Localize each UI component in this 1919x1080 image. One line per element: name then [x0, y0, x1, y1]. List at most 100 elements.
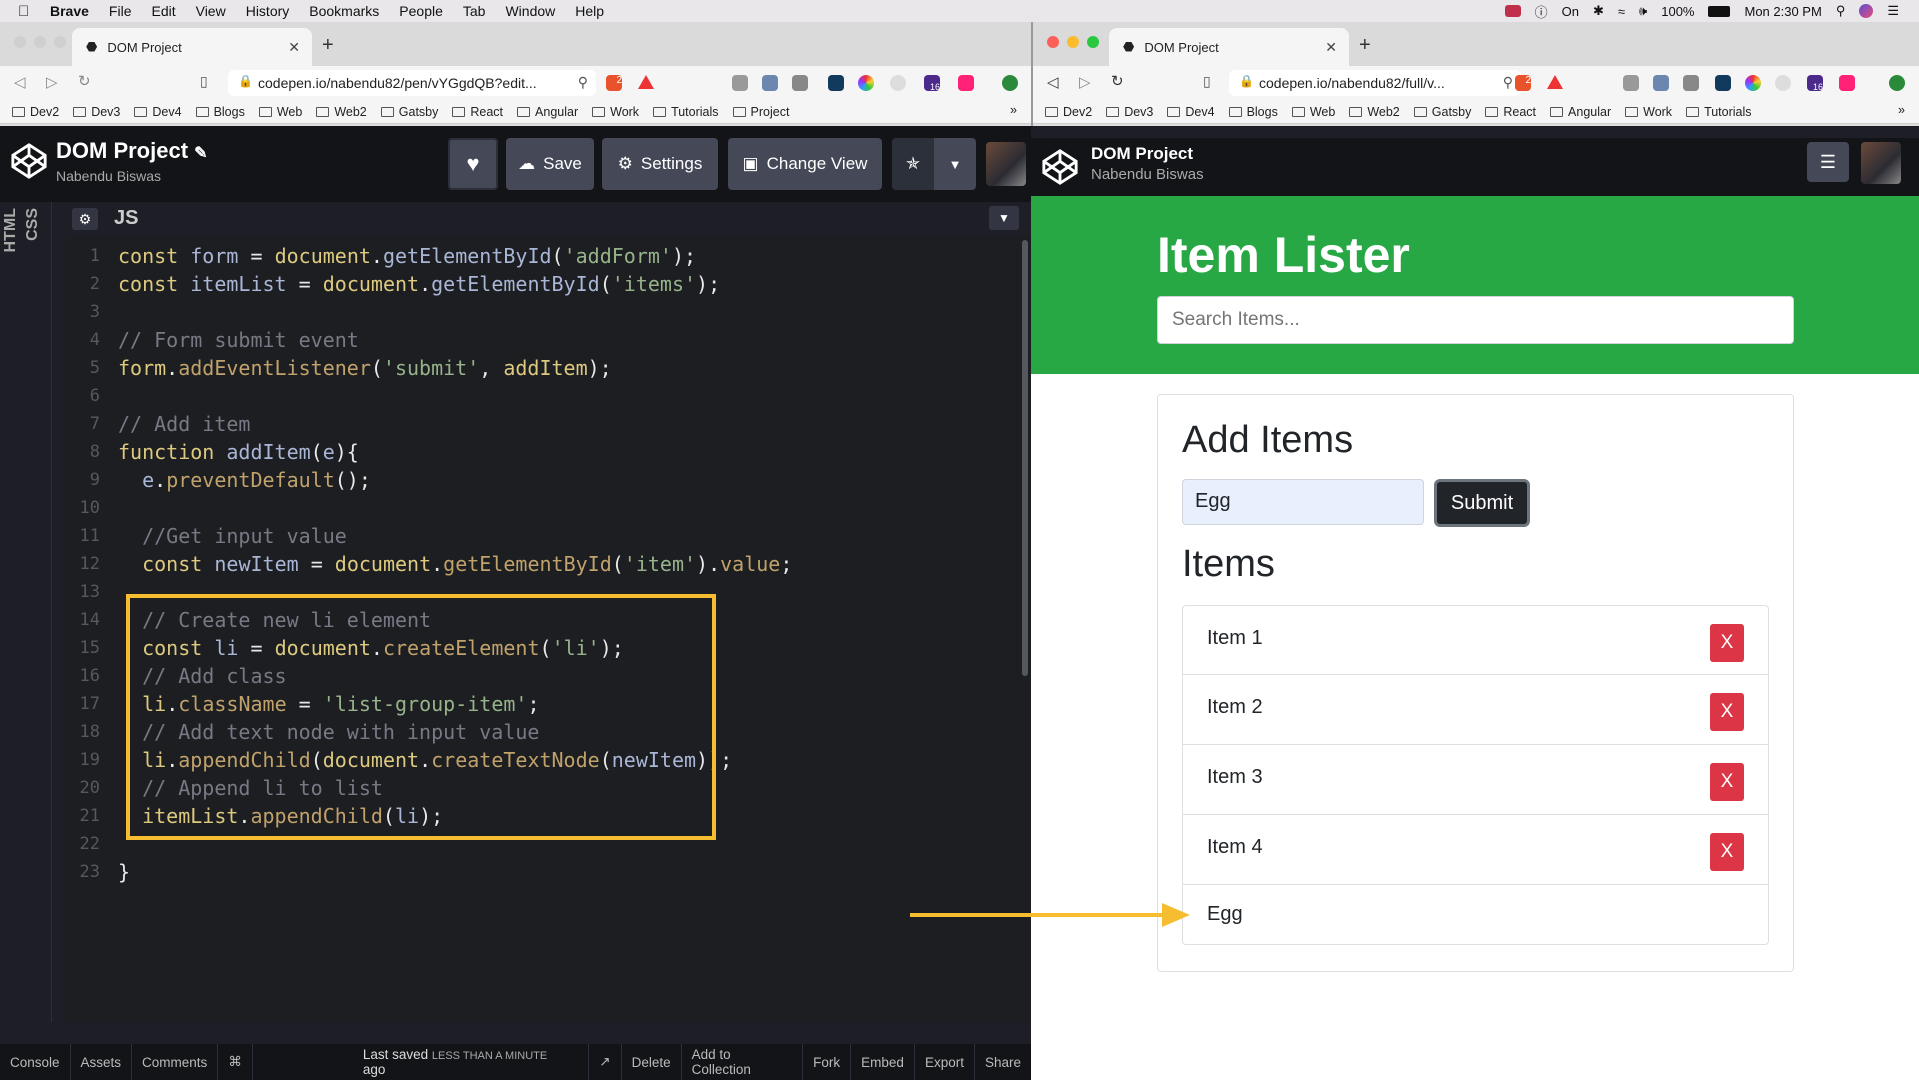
- bookmark-folder[interactable]: Dev3: [73, 105, 120, 119]
- zoom-window-button[interactable]: [54, 36, 66, 48]
- bookmark-folder[interactable]: Dev4: [1167, 105, 1215, 119]
- edit-pencil-icon[interactable]: ✎: [194, 145, 207, 162]
- zoom-icon[interactable]: ⚲: [1503, 74, 1513, 91]
- screen-record-icon[interactable]: [1504, 5, 1521, 17]
- forward-icon[interactable]: ▷: [1079, 73, 1091, 91]
- add-to-collection-button[interactable]: Add to Collection: [682, 1044, 804, 1080]
- extension-icon[interactable]: [732, 75, 748, 91]
- bookmark-folder[interactable]: Gatsby: [1413, 105, 1471, 119]
- extension-icon[interactable]: 16: [1807, 75, 1823, 92]
- reload-icon[interactable]: ↻: [1111, 72, 1124, 90]
- bookmark-folder[interactable]: Web2: [316, 105, 367, 119]
- bookmark-folder[interactable]: Web: [258, 105, 302, 119]
- extension-icon[interactable]: [1839, 75, 1855, 91]
- control-center-icon[interactable]: ☰: [1887, 3, 1899, 19]
- delete-button[interactable]: X: [1710, 693, 1744, 731]
- fork-button[interactable]: Fork: [803, 1044, 852, 1080]
- extension-icon[interactable]: [828, 75, 844, 91]
- share-button[interactable]: Share: [975, 1044, 1031, 1080]
- bookmark-icon[interactable]: ▯: [200, 73, 208, 90]
- bookmark-folder[interactable]: Dev3: [1106, 105, 1153, 119]
- address-bar[interactable]: 🔒 codepen.io/nabendu82/full/v... ⚲: [1229, 70, 1521, 96]
- editor-scrollbar[interactable]: [1022, 240, 1028, 676]
- close-window-button[interactable]: [14, 36, 26, 48]
- menu-history[interactable]: History: [246, 3, 290, 19]
- bookmark-folder[interactable]: Angular: [1550, 105, 1611, 119]
- embed-button[interactable]: Embed: [851, 1044, 915, 1080]
- zoom-window-button[interactable]: [1087, 36, 1099, 48]
- battery-icon[interactable]: [1708, 5, 1731, 17]
- back-icon[interactable]: ◁: [1047, 73, 1059, 91]
- brave-rewards-icon[interactable]: [638, 75, 654, 89]
- user-avatar[interactable]: [986, 142, 1026, 186]
- extension-icon[interactable]: [1715, 75, 1731, 91]
- codepen-logo-icon[interactable]: [1041, 148, 1079, 186]
- extension-icon[interactable]: [792, 75, 808, 91]
- reload-icon[interactable]: ↻: [78, 72, 91, 90]
- bookmark-folder[interactable]: Gatsby: [380, 105, 438, 119]
- brave-rewards-icon[interactable]: [1547, 75, 1563, 89]
- bookmark-folder[interactable]: Blogs: [195, 105, 245, 119]
- preview-menu-button[interactable]: ☰: [1807, 142, 1849, 182]
- extension-icon[interactable]: [958, 75, 974, 91]
- menu-help[interactable]: Help: [575, 3, 604, 19]
- back-icon[interactable]: ◁: [14, 73, 26, 91]
- color-picker-icon[interactable]: [858, 75, 874, 91]
- bookmark-icon[interactable]: ▯: [1203, 73, 1211, 90]
- delete-button[interactable]: Delete: [622, 1044, 682, 1080]
- bookmark-folder[interactable]: React: [1485, 105, 1536, 119]
- browser-tab[interactable]: ⬣ DOM Project ✕: [1109, 28, 1349, 66]
- user-avatar[interactable]: [1861, 142, 1901, 184]
- assets-button[interactable]: Assets: [71, 1044, 133, 1080]
- browser-tab[interactable]: ⬣ DOM Project ✕: [72, 28, 312, 66]
- settings-button[interactable]: ⚙ Settings: [602, 138, 718, 190]
- new-tab-button[interactable]: +: [1359, 34, 1371, 57]
- bookmark-folder[interactable]: Tutorials: [1686, 105, 1752, 119]
- menu-people[interactable]: People: [399, 3, 443, 19]
- extension-icon[interactable]: [1002, 75, 1018, 91]
- volume-icon[interactable]: 🕪: [1639, 3, 1647, 19]
- bookmark-folder[interactable]: Tutorials: [653, 105, 719, 119]
- forward-icon[interactable]: ▷: [46, 73, 58, 91]
- search-input[interactable]: [1157, 296, 1794, 344]
- spotlight-search-icon[interactable]: ⚲: [1836, 3, 1846, 19]
- menu-bookmarks[interactable]: Bookmarks: [309, 3, 379, 19]
- change-view-button[interactable]: ▣ Change View: [728, 138, 882, 190]
- keyboard-shortcuts-button[interactable]: ⌘: [218, 1044, 253, 1080]
- bookmark-folder[interactable]: React: [452, 105, 503, 119]
- menu-view[interactable]: View: [196, 3, 226, 19]
- siri-icon[interactable]: [1859, 4, 1874, 18]
- minimize-window-button[interactable]: [1067, 36, 1079, 48]
- console-button[interactable]: Console: [0, 1044, 71, 1080]
- menu-file[interactable]: File: [109, 3, 132, 19]
- zoom-icon[interactable]: ⚲: [578, 74, 588, 91]
- bookmark-folder[interactable]: Web: [1291, 105, 1335, 119]
- brave-shields-icon[interactable]: 2: [1515, 75, 1531, 91]
- submit-button[interactable]: Submit: [1434, 479, 1530, 527]
- item-input[interactable]: Egg: [1182, 479, 1424, 525]
- clock[interactable]: Mon 2:30 PM: [1744, 4, 1821, 19]
- bookmarks-overflow-icon[interactable]: »: [1010, 103, 1017, 117]
- apple-icon[interactable]: : [18, 3, 40, 20]
- bookmark-folder[interactable]: Work: [592, 105, 639, 119]
- extension-icon[interactable]: [1623, 75, 1639, 91]
- preview-author[interactable]: Nabendu Biswas: [1091, 166, 1204, 183]
- bookmark-folder[interactable]: Angular: [517, 105, 578, 119]
- close-window-button[interactable]: [1047, 36, 1059, 48]
- delete-button[interactable]: X: [1710, 833, 1744, 871]
- address-bar[interactable]: 🔒 codepen.io/nabendu82/pen/vYGgdQB?edit.…: [228, 70, 596, 96]
- extension-icon[interactable]: [1683, 75, 1699, 91]
- save-button[interactable]: ☁ Save: [506, 138, 594, 190]
- extension-icon[interactable]: [1775, 75, 1791, 91]
- focus-icon[interactable]: ⓘ: [1535, 2, 1548, 21]
- pin-button[interactable]: ✯: [892, 138, 934, 190]
- export-button[interactable]: Export: [915, 1044, 975, 1080]
- author-name[interactable]: Nabendu Biswas: [56, 168, 161, 184]
- menu-tab[interactable]: Tab: [463, 3, 486, 19]
- bookmark-folder[interactable]: Web2: [1349, 105, 1400, 119]
- collapse-editor-chevron-icon[interactable]: ▼: [989, 206, 1019, 230]
- tab-close-icon[interactable]: ✕: [1325, 39, 1337, 56]
- delete-button[interactable]: X: [1710, 763, 1744, 801]
- tab-close-icon[interactable]: ✕: [288, 39, 300, 56]
- wifi-icon[interactable]: ≈: [1618, 4, 1625, 19]
